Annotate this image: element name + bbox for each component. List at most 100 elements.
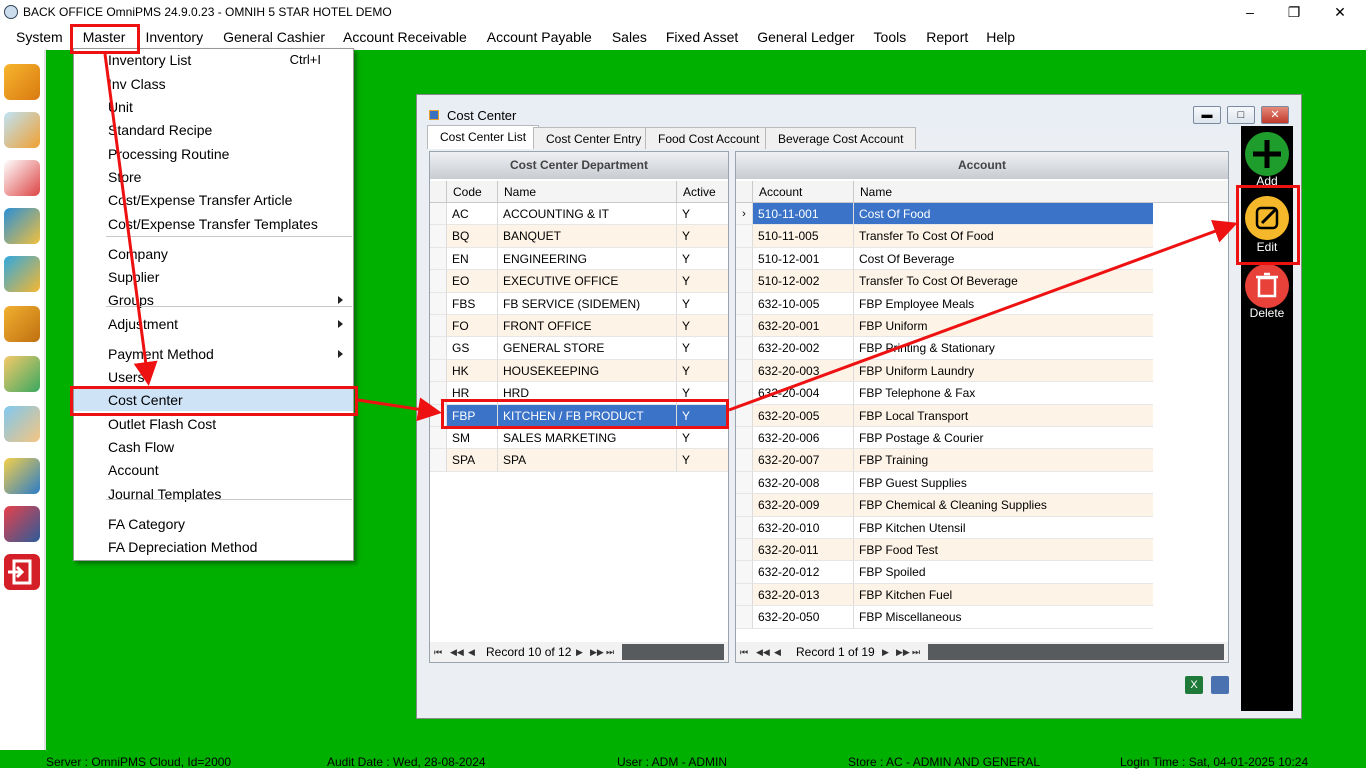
menu-item-outlet-flash-cost[interactable]: Outlet Flash Cost — [74, 413, 353, 435]
department-row[interactable]: BQ BANQUET Y — [430, 225, 728, 248]
close-button[interactable]: ✕ — [1320, 2, 1360, 22]
nav-next-page-icon[interactable]: ▶▶ — [590, 642, 604, 662]
account-row[interactable]: 632-20-006 FBP Postage & Courier — [736, 427, 1154, 450]
clipboard-icon[interactable] — [4, 112, 40, 148]
menu-item-cash-flow[interactable]: Cash Flow — [74, 436, 353, 458]
menu-item-groups[interactable]: Groups — [74, 289, 353, 311]
department-row[interactable]: SPA SPA Y — [430, 449, 728, 472]
menu-item-unit[interactable]: Unit — [74, 96, 353, 118]
menu-item-processing-routine[interactable]: Processing Routine — [74, 143, 353, 165]
account-row[interactable]: 632-20-013 FBP Kitchen Fuel — [736, 583, 1154, 607]
cc-minimize-button[interactable]: ▬ — [1193, 106, 1221, 124]
account-row[interactable]: 632-10-005 FBP Employee Meals — [736, 292, 1154, 315]
sync-icon[interactable] — [4, 256, 40, 292]
menu-system[interactable]: System — [8, 24, 71, 50]
department-row[interactable]: SM SALES MARKETING Y — [430, 427, 728, 450]
acct-nav-prev-icon[interactable]: ◀ — [774, 642, 781, 662]
menu-account-receivable[interactable]: Account Receivable — [335, 24, 475, 50]
tab-cost-center-entry[interactable]: Cost Center Entry — [533, 127, 655, 149]
menu-sales[interactable]: Sales — [604, 24, 655, 50]
account-row[interactable]: 632-20-002 FBP Printing & Stationary — [736, 337, 1154, 360]
excel-export-icon[interactable]: X — [1185, 676, 1203, 694]
nav-last-icon[interactable]: ⏭ — [606, 642, 614, 662]
department-row[interactable]: FO FRONT OFFICE Y — [430, 315, 728, 338]
col-account-name[interactable]: Name — [853, 181, 1153, 203]
minimize-button[interactable]: – — [1230, 2, 1270, 22]
menu-item-adjustment[interactable]: Adjustment — [74, 313, 353, 335]
menu-item-supplier[interactable]: Supplier — [74, 266, 353, 288]
account-row[interactable]: 632-20-005 FBP Local Transport — [736, 404, 1154, 427]
department-hscroll[interactable] — [622, 644, 724, 660]
menu-item-cost-expense-transfer-article[interactable]: Cost/Expense Transfer Article — [74, 189, 353, 211]
menu-item-payment-method[interactable]: Payment Method — [74, 343, 353, 365]
col-account[interactable]: Account — [752, 181, 854, 203]
account-row[interactable]: 510-12-001 Cost Of Beverage — [736, 247, 1154, 271]
acct-nav-prev-page-icon[interactable]: ◀◀ — [756, 642, 770, 662]
inventory-boxes-icon[interactable] — [4, 64, 40, 100]
payment-hand-icon[interactable] — [4, 356, 40, 392]
acct-nav-last-icon[interactable]: ⏭ — [912, 642, 920, 662]
menu-item-inv-class[interactable]: Inv Class — [74, 73, 353, 95]
menu-general-cashier[interactable]: General Cashier — [215, 24, 333, 50]
menu-inventory[interactable]: Inventory — [137, 24, 211, 50]
maximize-button[interactable]: ❐ — [1274, 2, 1314, 22]
col-active[interactable]: Active — [676, 181, 728, 203]
account-row[interactable]: 632-20-001 FBP Uniform — [736, 315, 1154, 338]
menu-account-payable[interactable]: Account Payable — [479, 24, 600, 50]
account-row[interactable]: 510-11-005 Transfer To Cost Of Food — [736, 225, 1154, 248]
order-icon[interactable] — [4, 160, 40, 196]
account-row[interactable]: 632-20-010 FBP Kitchen Utensil — [736, 516, 1154, 539]
account-row[interactable]: 632-20-007 FBP Training — [736, 449, 1154, 472]
menu-fixed-asset[interactable]: Fixed Asset — [658, 24, 746, 50]
nav-prev-icon[interactable]: ◀ — [468, 642, 475, 662]
col-code[interactable]: Code — [446, 181, 498, 203]
menu-item-store[interactable]: Store — [74, 166, 353, 188]
department-row[interactable]: AC ACCOUNTING & IT Y — [430, 203, 728, 226]
print-icon[interactable] — [1211, 676, 1229, 694]
department-row[interactable]: EO EXECUTIVE OFFICE Y — [430, 270, 728, 293]
col-name[interactable]: Name — [497, 181, 677, 203]
delete-button[interactable] — [1245, 264, 1289, 308]
account-hscroll[interactable] — [928, 644, 1224, 660]
menu-item-standard-recipe[interactable]: Standard Recipe — [74, 119, 353, 141]
chart-icon[interactable] — [4, 506, 40, 542]
menu-item-cost-expense-transfer-templates[interactable]: Cost/Expense Transfer Templates — [74, 213, 353, 235]
department-row[interactable]: GS GENERAL STORE Y — [430, 337, 728, 360]
account-row[interactable]: 632-20-050 FBP Miscellaneous — [736, 606, 1154, 629]
account-row[interactable]: 632-20-003 FBP Uniform Laundry — [736, 359, 1154, 383]
account-row[interactable]: 632-20-009 FBP Chemical & Cleaning Suppli… — [736, 494, 1154, 517]
nav-prev-page-icon[interactable]: ◀◀ — [450, 642, 464, 662]
tab-food-cost-account[interactable]: Food Cost Account — [645, 127, 773, 149]
menu-item-account[interactable]: Account — [74, 459, 353, 481]
money-bag-icon[interactable] — [4, 306, 40, 342]
department-row[interactable]: HK HOUSEKEEPING Y — [430, 359, 728, 383]
account-row[interactable]: 632-20-011 FBP Food Test — [736, 539, 1154, 562]
report-book-icon[interactable] — [4, 458, 40, 494]
cc-close-button[interactable]: ✕ — [1261, 106, 1289, 124]
menu-help[interactable]: Help — [978, 24, 1023, 50]
add-button[interactable] — [1245, 132, 1289, 176]
account-row[interactable]: 632-20-004 FBP Telephone & Fax — [736, 382, 1154, 405]
menu-item-users[interactable]: Users — [74, 366, 353, 388]
acct-nav-next-icon[interactable]: ▶ — [882, 642, 889, 662]
menu-report[interactable]: Report — [918, 24, 976, 50]
menu-general-ledger[interactable]: General Ledger — [749, 24, 862, 50]
account-row[interactable]: 632-20-012 FBP Spoiled — [736, 561, 1154, 584]
department-row[interactable]: EN ENGINEERING Y — [430, 247, 728, 271]
menu-item-fa-category[interactable]: FA Category — [74, 513, 353, 535]
account-row[interactable]: 510-12-002 Transfer To Cost Of Beverage — [736, 270, 1154, 293]
menu-item-fa-depreciation-method[interactable]: FA Depreciation Method — [74, 536, 353, 558]
nav-next-icon[interactable]: ▶ — [576, 642, 583, 662]
menu-item-journal-templates[interactable]: Journal Templates — [74, 483, 353, 505]
tab-cost-center-list[interactable]: Cost Center List — [427, 125, 540, 149]
acct-nav-first-icon[interactable]: ⏮ — [740, 642, 748, 662]
account-row[interactable]: 510-11-001 Cost Of Food — [736, 203, 1154, 226]
cc-maximize-button[interactable]: □ — [1227, 106, 1255, 124]
tab-beverage-cost-account[interactable]: Beverage Cost Account — [765, 127, 917, 149]
account-row[interactable]: 632-20-008 FBP Guest Supplies — [736, 471, 1154, 495]
mobile-touch-icon[interactable] — [4, 406, 40, 442]
department-row[interactable]: FBS FB SERVICE (SIDEMEN) Y — [430, 292, 728, 315]
acct-nav-next-page-icon[interactable]: ▶▶ — [896, 642, 910, 662]
menu-item-company[interactable]: Company — [74, 243, 353, 265]
exit-icon[interactable] — [4, 554, 40, 590]
